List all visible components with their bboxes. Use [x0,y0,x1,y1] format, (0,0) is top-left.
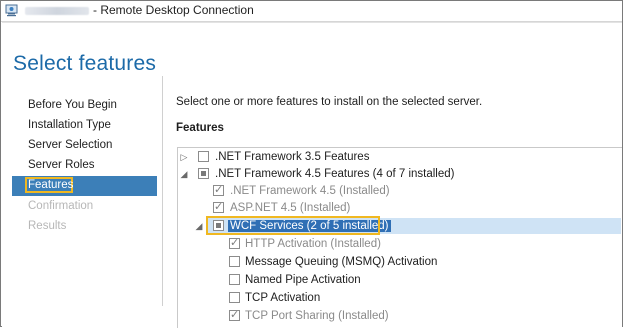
feature-label: TCP Port Sharing (Installed) [245,310,389,322]
feature-checkbox[interactable] [213,200,224,213]
feature-checkbox[interactable] [229,292,240,303]
wizard-header: Select features [2,23,622,99]
feature-checkbox[interactable] [229,274,240,285]
remote-desktop-window: - Remote Desktop Connection Select featu… [0,0,623,328]
feature-label: .NET Framework 4.5 (Installed) [230,185,390,197]
nav-item-installation-type[interactable]: Installation Type [12,116,157,136]
nav-item-server-selection[interactable]: Server Selection [12,136,157,156]
nav-item-label: Server Roles [28,159,95,171]
feature-checkbox[interactable] [198,168,209,179]
title-bar: - Remote Desktop Connection [1,1,622,22]
remote-desktop-icon [5,4,18,17]
feature-checkbox[interactable] [213,183,224,196]
feature-label: TCP Activation [245,292,321,304]
callout-highlight [206,216,380,235]
nav-item-confirmation: Confirmation [12,197,157,217]
features-section-label: Features [176,122,224,134]
nav-item-label: Features [28,179,74,191]
feature-label: Message Queuing (MSMQ) Activation [245,256,438,268]
nav-item-label: Server Selection [28,139,113,151]
feature-label: HTTP Activation (Installed) [245,238,381,250]
nav-item-features[interactable]: Features [12,176,157,196]
collapse-arrow-icon[interactable]: ◢ [194,220,204,232]
nav-item-label: Installation Type [28,119,111,131]
nav-item-label: Before You Begin [28,99,117,111]
nav-item-label: Confirmation [28,200,94,212]
blurred-hostname [25,7,89,15]
nav-item-before-you-begin[interactable]: Before You Begin [12,96,157,116]
window-title: - Remote Desktop Connection [93,3,254,17]
feature-checkbox[interactable] [229,256,240,267]
nav-item-server-roles[interactable]: Server Roles [12,156,157,176]
feature-label: ASP.NET 4.5 (Installed) [230,202,351,214]
page-title: Select features [13,52,157,75]
feature-label: .NET Framework 3.5 Features [215,151,370,163]
feature-label: Named Pipe Activation [245,274,361,286]
nav-divider [162,76,163,306]
feature-label: .NET Framework 4.5 Features (4 of 7 inst… [215,168,455,180]
collapse-arrow-icon[interactable]: ◢ [179,168,189,180]
feature-checkbox[interactable] [229,308,240,321]
nav-item-results: Results [12,217,157,237]
expand-arrow-icon[interactable]: ▷ [179,151,189,163]
nav-item-label: Results [28,220,67,232]
feature-checkbox[interactable] [198,151,209,162]
feature-checkbox[interactable] [229,236,240,249]
instruction-text: Select one or more features to install o… [176,96,483,108]
